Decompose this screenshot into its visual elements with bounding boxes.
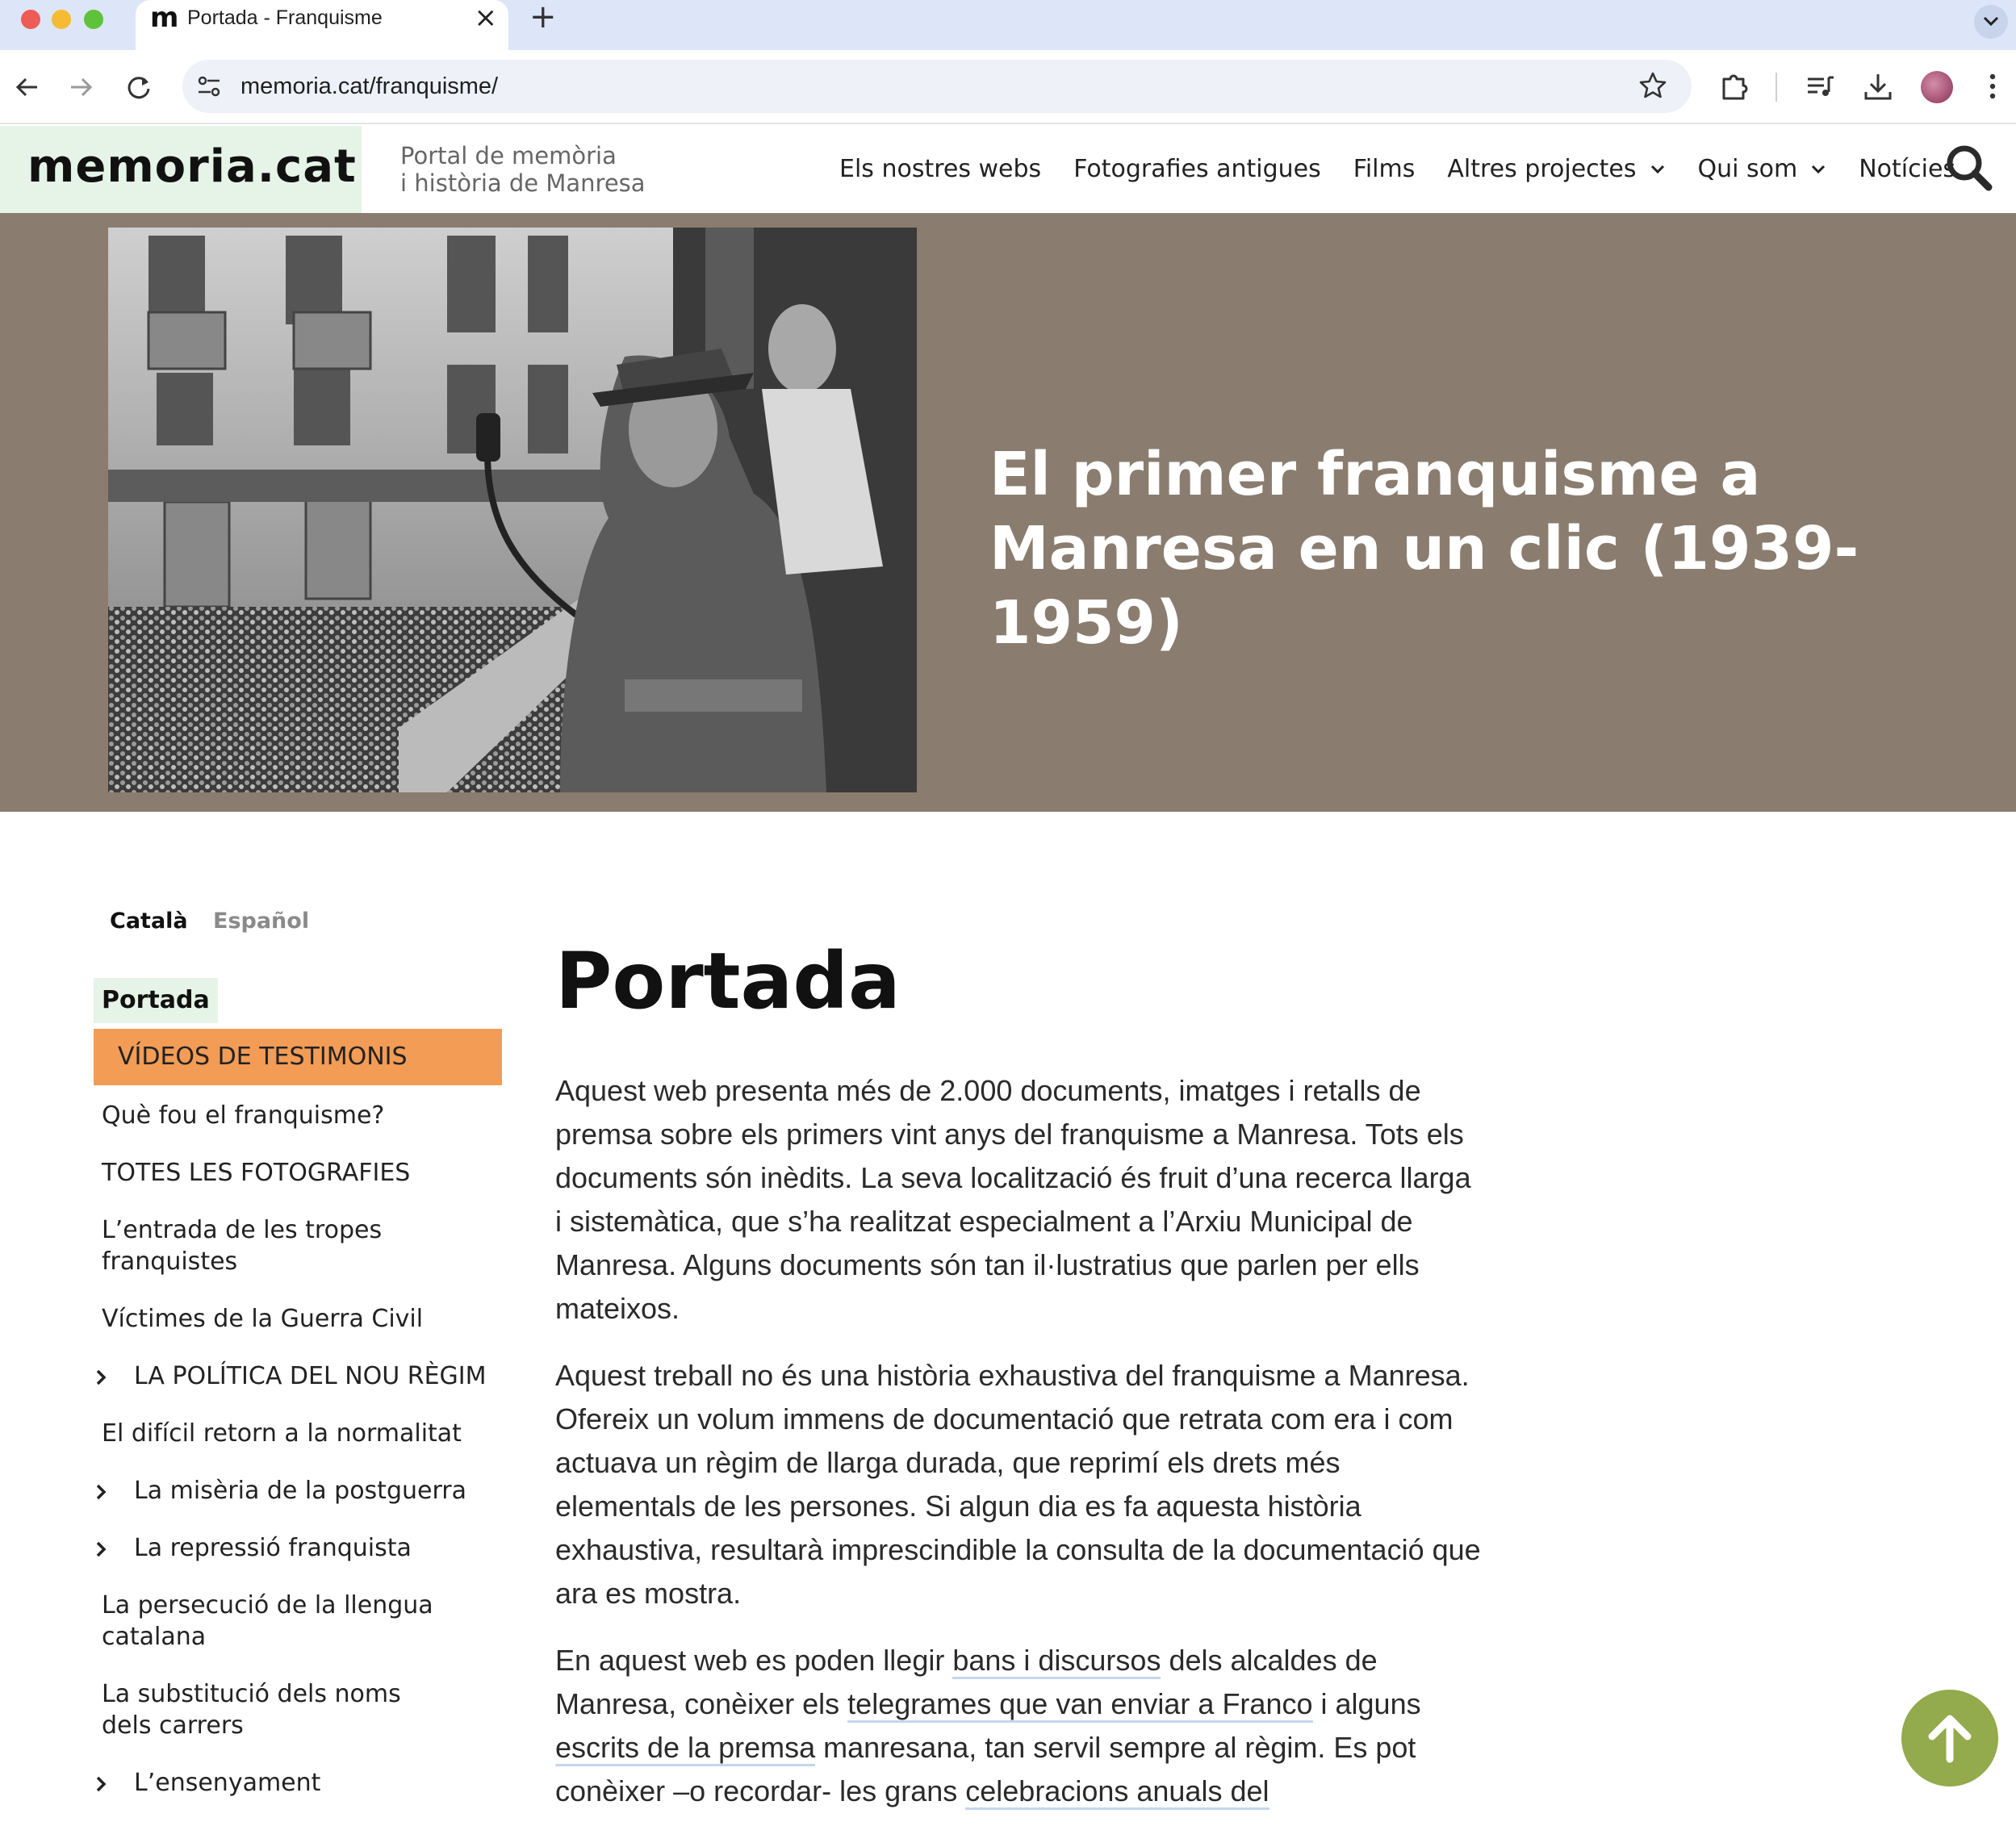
link-escrits-premsa[interactable]: escrits de la premsa [555,1731,816,1766]
link-celebracions-anuals[interactable]: celebracions anuals del [965,1774,1269,1810]
tab-title: Portada - Franquisme [187,6,383,29]
sidebar-item-persecucio-llengua[interactable]: La persecució de la llengua catalana [102,1590,457,1653]
back-to-top-button[interactable] [1901,1690,1998,1786]
intro-paragraph-2: Aquest treball no és una història exhaus… [555,1359,1481,1610]
sidebar-item-politica-nou-regim[interactable]: LA POLÍTICA DEL NOU RÈGIM [134,1360,521,1392]
intro-paragraph-1: Aquest web presenta més de 2.000 documen… [555,1074,1471,1325]
tab-search-button[interactable] [1974,5,2008,39]
window-close-button[interactable] [21,10,40,29]
site-tagline: Portal de memòria i història de Manresa [400,142,646,197]
arrow-up-icon [1928,1715,1972,1763]
nav-noticies[interactable]: Notícies [1859,155,1955,183]
site-settings-icon[interactable] [195,73,223,100]
url-text: memoria.cat/franquisme/ [240,73,499,99]
toolbar-divider [1776,73,1777,102]
sidebar-item-portada[interactable]: Portada [94,978,218,1023]
tagline-line1: Portal de memòria [400,142,617,169]
language-espanol[interactable]: Español [213,909,309,934]
hero-banner: El primer franquisme a Manresa en un cli… [0,213,2016,812]
language-catala[interactable]: Català [110,909,188,934]
nav-altres-projectes[interactable]: Altres projectes [1447,155,1665,183]
chevron-right-icon[interactable] [94,1774,110,1795]
nav-altres-projectes-label: Altres projectes [1447,155,1637,183]
window-maximize-button[interactable] [84,10,103,29]
search-icon[interactable] [1943,142,1995,194]
sidebar-item-entrada-tropes[interactable]: L’entrada de les tropes franquistes [102,1214,489,1277]
main-navigation: Els nostres webs Fotografies antigues Fi… [839,155,1988,183]
window-minimize-button[interactable] [52,10,71,29]
browser-tab-active[interactable]: m Portada - Franquisme × [136,0,508,50]
sidebar-item-miseria-postguerra[interactable]: La misèria de la postguerra [134,1475,521,1506]
chevron-right-icon[interactable] [94,1481,110,1502]
sidebar-item-que-fou-franquisme[interactable]: Què fou el franquisme? [102,1100,489,1131]
link-bans-discursos[interactable]: bans i discursos [952,1644,1161,1679]
bookmark-star-icon[interactable] [1637,69,1669,102]
download-icon[interactable] [1861,69,1895,103]
link-telegrames-franco[interactable]: telegrames que van enviar a Franco [847,1687,1313,1723]
tagline-line2: i història de Manresa [400,169,646,197]
hero-photo [108,228,917,792]
profile-avatar[interactable] [1921,71,1953,103]
nav-films[interactable]: Films [1353,155,1416,183]
p3-text-3: i alguns [1312,1687,1421,1720]
nav-qui-som[interactable]: Qui som [1698,155,1827,183]
p3-text-1: En aquest web es poden llegir [555,1644,953,1677]
sidebar-item-repressio-franquista[interactable]: La repressió franquista [134,1532,521,1564]
sidebar-item-victimes-guerra[interactable]: Víctimes de la Guerra Civil [102,1303,489,1335]
nav-fotografies-antigues[interactable]: Fotografies antigues [1073,155,1321,183]
sidebar-item-dificil-retorn[interactable]: El difícil retorn a la normalitat [102,1418,489,1449]
browser-menu-kebab-icon[interactable] [1980,69,2005,103]
intro-paragraph-3: En aquest web es poden llegir bans i dis… [555,1639,1483,1813]
sidebar-item-ensenyament[interactable]: L’ensenyament [134,1767,521,1799]
tab-close-icon[interactable]: × [475,2,498,34]
chevron-down-icon [1983,16,1999,27]
address-bar[interactable]: memoria.cat/franquisme/ [182,60,1692,113]
chevron-down-icon [1650,165,1664,173]
chevron-down-icon [1812,165,1826,173]
nav-els-nostres-webs[interactable]: Els nostres webs [839,155,1041,183]
media-controls-icon[interactable] [1803,69,1837,103]
chevron-right-icon[interactable] [94,1367,110,1388]
logo-link[interactable]: memoria.cat [0,126,362,213]
chevron-right-icon[interactable] [94,1539,110,1560]
back-arrow-icon[interactable] [10,69,45,105]
sidebar-item-totes-fotografies[interactable]: TOTES LES FOTOGRAFIES [102,1157,489,1189]
site-header: memoria.cat Portal de memòria i història… [0,126,2016,213]
site-favicon-icon: m [150,2,179,34]
site-logo: memoria.cat [27,140,357,193]
browser-tab-bar: m Portada - Franquisme × + [0,0,2016,50]
reload-icon[interactable] [121,69,157,105]
hero-title: El primer franquisme a Manresa en un cli… [989,440,1859,658]
hero-photo-illustration [108,228,917,792]
sidebar-item-videos-testimonis[interactable]: VÍDEOS DE TESTIMONIS [94,1029,502,1085]
forward-arrow-icon[interactable] [63,69,98,105]
nav-qui-som-label: Qui som [1697,155,1798,183]
new-tab-button[interactable]: + [529,0,557,36]
browser-toolbar: memoria.cat/franquisme/ [0,50,2016,124]
sidebar-item-substitucio-noms[interactable]: La substitució dels noms dels carrers [102,1678,457,1741]
page-title: Portada [555,936,901,1026]
extensions-puzzle-icon[interactable] [1717,69,1751,103]
